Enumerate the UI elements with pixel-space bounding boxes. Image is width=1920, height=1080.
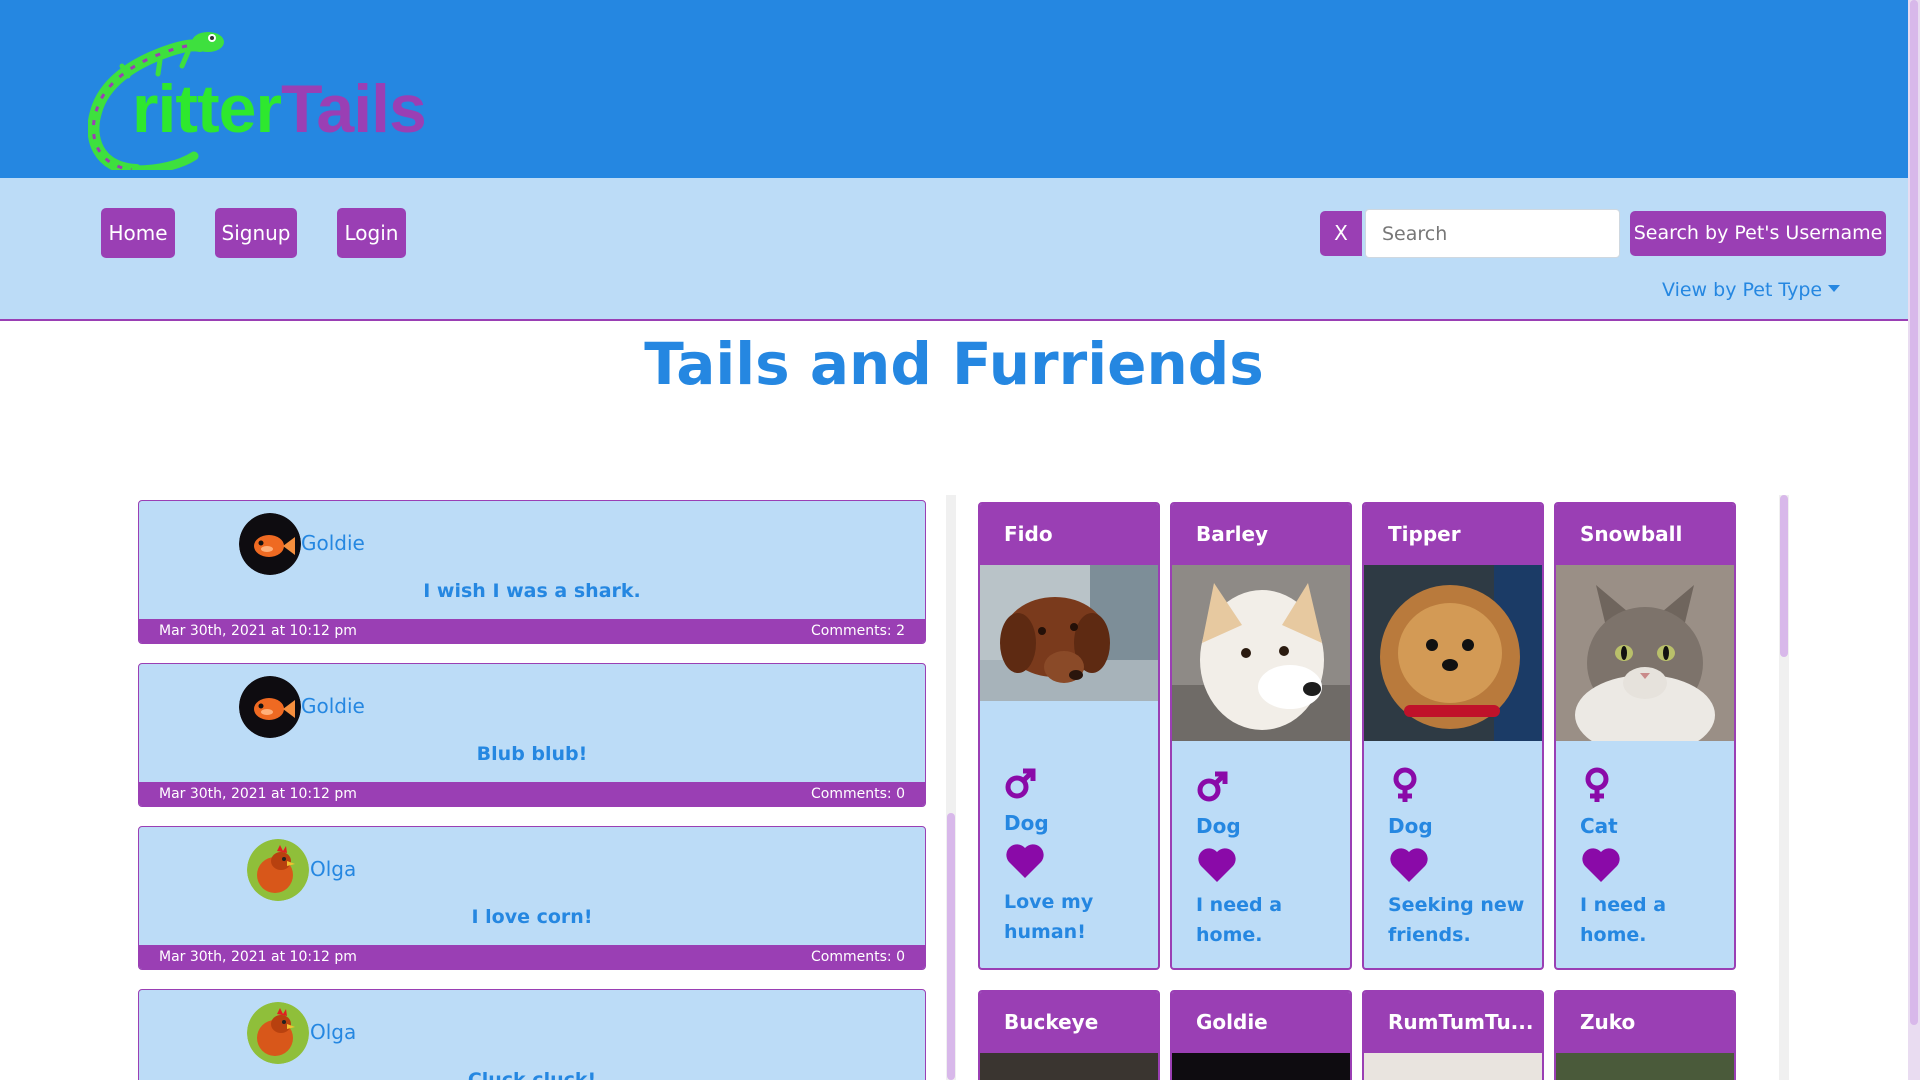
critter-tails-logo[interactable]: ritterTails — [88, 20, 448, 170]
goldfish-photo[interactable] — [1172, 1053, 1350, 1080]
pet-name[interactable]: Goldie — [1172, 992, 1350, 1053]
pet-type: Cat — [1580, 814, 1618, 838]
pet-name[interactable]: Fido — [980, 504, 1158, 565]
pet-card[interactable]: Zuko — [1554, 990, 1736, 1080]
cat-photo[interactable] — [1556, 565, 1734, 741]
search-input[interactable] — [1365, 209, 1620, 258]
comments-count[interactable]: Comments: 0 — [811, 782, 905, 806]
pet-status: Seeking new friends. — [1388, 894, 1525, 946]
login-button[interactable]: Login — [337, 208, 406, 258]
comments-count[interactable]: Comments: 2 — [811, 619, 905, 643]
chicken-avatar[interactable] — [247, 839, 309, 901]
post-message: Blub blub! — [476, 743, 588, 765]
cat-photo[interactable] — [1364, 1053, 1542, 1080]
navbar: Home Signup Login X Search by Pet's User… — [0, 178, 1908, 321]
post-author-link[interactable]: Olga — [310, 857, 356, 881]
post-footer: Mar 30th, 2021 at 10:12 pm Comments: 2 — [139, 619, 925, 643]
pet-name[interactable]: Tipper — [1364, 504, 1542, 565]
male-icon — [1005, 768, 1036, 799]
page-title: Tails and Furriends — [644, 330, 1264, 398]
goldfish-avatar[interactable] — [239, 676, 301, 738]
pet-status: Love my human! — [1004, 891, 1094, 943]
home-button[interactable]: Home — [101, 208, 175, 258]
pet-type: Dog — [1196, 814, 1241, 838]
post-card[interactable]: Olga I love corn! Mar 30th, 2021 at 10:1… — [138, 826, 926, 970]
heart-icon — [1582, 848, 1620, 882]
cat-photo[interactable] — [980, 1053, 1158, 1080]
lizard-photo[interactable] — [1556, 1053, 1734, 1080]
pet-status: I need a home. — [1580, 894, 1667, 946]
pets-scrollbar-thumb[interactable] — [1780, 495, 1788, 657]
pets-scrollbar[interactable] — [1779, 495, 1789, 1080]
female-icon — [1585, 767, 1609, 802]
clear-search-button[interactable]: X — [1320, 211, 1362, 256]
pet-card[interactable]: Tipper Dog Seeking new friends. — [1362, 502, 1544, 970]
post-card[interactable]: Olga Cluck cluck! — [138, 989, 926, 1080]
goldfish-avatar[interactable] — [239, 513, 301, 575]
posts-scrollbar[interactable] — [946, 495, 956, 1080]
pet-type-label: View by Pet Type — [1662, 279, 1823, 301]
pet-type: Dog — [1004, 811, 1049, 835]
post-message: I wish I was a shark. — [423, 580, 641, 602]
dog-photo[interactable] — [1172, 565, 1350, 741]
page-scrollbar-thumb[interactable] — [1910, 0, 1918, 1025]
search-by-username-button[interactable]: Search by Pet's Username — [1630, 211, 1886, 256]
heart-icon — [1006, 844, 1044, 878]
female-icon — [1393, 767, 1417, 802]
pet-card[interactable]: Fido Dog Love my human! — [978, 502, 1160, 970]
caret-down-icon — [1828, 285, 1841, 292]
pet-type-dropdown[interactable]: View by Pet Type — [1662, 279, 1841, 301]
dog-photo[interactable] — [980, 565, 1158, 701]
post-message: I love corn! — [471, 906, 593, 928]
pet-card[interactable]: Buckeye — [978, 990, 1160, 1080]
pet-card[interactable]: RumTumTu... — [1362, 990, 1544, 1080]
post-footer: Mar 30th, 2021 at 10:12 pm Comments: 0 — [139, 782, 925, 806]
pet-type: Dog — [1388, 814, 1433, 838]
post-author-link[interactable]: Goldie — [301, 694, 365, 718]
post-date: Mar 30th, 2021 at 10:12 pm — [159, 786, 357, 802]
male-icon — [1197, 771, 1228, 802]
heart-icon — [1198, 848, 1236, 882]
page-scrollbar[interactable] — [1908, 0, 1920, 1080]
comments-count[interactable]: Comments: 0 — [811, 945, 905, 969]
post-card[interactable]: Goldie I wish I was a shark. Mar 30th, 2… — [138, 500, 926, 644]
logo-text: ritterTails — [132, 70, 427, 148]
signup-button[interactable]: Signup — [215, 208, 297, 258]
heart-icon — [1390, 848, 1428, 882]
post-date: Mar 30th, 2021 at 10:12 pm — [159, 949, 357, 965]
pets-grid: Fido Dog Love my human! Barley Dog I nee… — [978, 500, 1758, 1080]
post-author-link[interactable]: Olga — [310, 1020, 356, 1044]
post-date: Mar 30th, 2021 at 10:12 pm — [159, 623, 357, 639]
post-card[interactable]: Goldie Blub blub! Mar 30th, 2021 at 10:1… — [138, 663, 926, 807]
posts-feed: Goldie I wish I was a shark. Mar 30th, 2… — [138, 500, 928, 1080]
pet-name[interactable]: Buckeye — [980, 992, 1158, 1053]
pet-card[interactable]: Goldie — [1170, 990, 1352, 1080]
pet-name[interactable]: Zuko — [1556, 992, 1734, 1053]
site-header: ritterTails — [0, 0, 1908, 178]
logo-text-part1: ritter — [132, 71, 282, 147]
post-footer: Mar 30th, 2021 at 10:12 pm Comments: 0 — [139, 945, 925, 969]
posts-scrollbar-thumb[interactable] — [947, 813, 955, 1080]
pet-name[interactable]: Barley — [1172, 504, 1350, 565]
post-message: Cluck cluck! — [467, 1069, 597, 1080]
pet-card[interactable]: Snowball Cat I need a home. — [1554, 502, 1736, 970]
post-author-link[interactable]: Goldie — [301, 531, 365, 555]
pet-name[interactable]: Snowball — [1556, 504, 1734, 565]
pet-status: I need a home. — [1196, 894, 1283, 946]
pet-card[interactable]: Barley Dog I need a home. — [1170, 502, 1352, 970]
pet-name[interactable]: RumTumTu... — [1364, 992, 1542, 1053]
chicken-avatar[interactable] — [247, 1002, 309, 1064]
logo-text-part2: Tails — [280, 71, 427, 147]
dog-photo[interactable] — [1364, 565, 1542, 741]
